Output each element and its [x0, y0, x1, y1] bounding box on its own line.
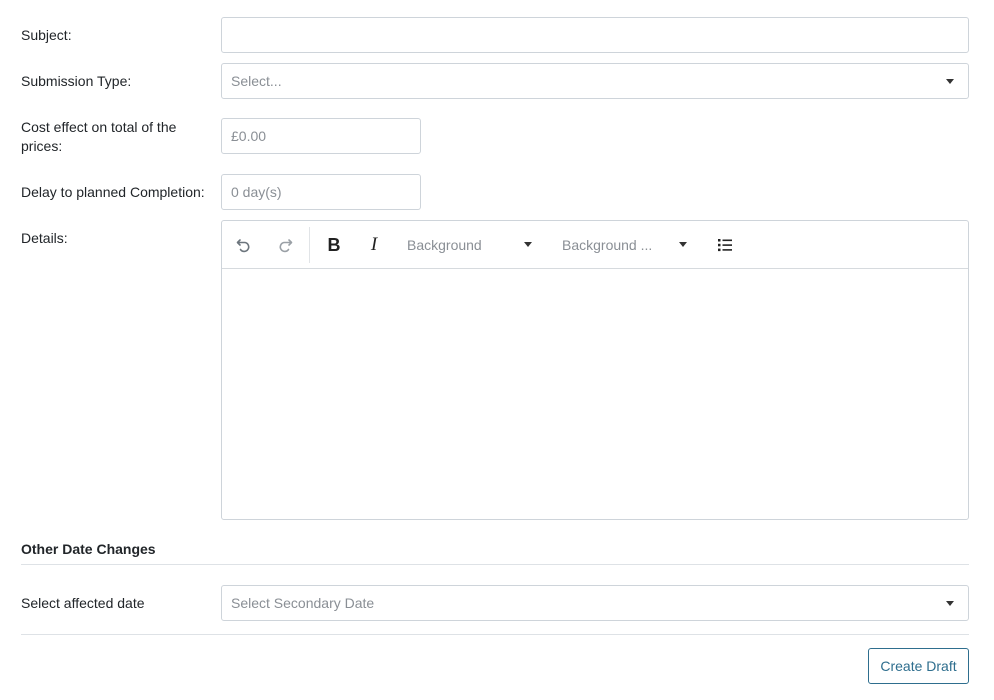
- delay-label: Delay to planned Completion:: [21, 184, 205, 200]
- submission-type-placeholder: Select...: [231, 73, 282, 89]
- background-dropdown-1[interactable]: Background: [407, 233, 482, 257]
- secondary-date-select[interactable]: Select Secondary Date: [221, 585, 969, 621]
- delay-placeholder: 0 day(s): [231, 184, 282, 200]
- redo-icon[interactable]: [275, 233, 295, 257]
- background-dropdown-1-label: Background: [407, 237, 482, 253]
- details-label: Details:: [21, 230, 68, 246]
- delay-input[interactable]: 0 day(s): [221, 174, 421, 210]
- italic-button[interactable]: I: [364, 233, 384, 257]
- details-editor: B I Background Background ...: [221, 220, 969, 520]
- chevron-down-icon: [679, 242, 687, 247]
- cost-effect-placeholder: £0.00: [231, 128, 267, 144]
- bold-button[interactable]: B: [324, 233, 344, 257]
- subject-label: Subject:: [21, 27, 72, 43]
- background-dropdown-2[interactable]: Background ...: [562, 233, 652, 257]
- chevron-down-icon: [524, 242, 532, 247]
- section-divider: [21, 564, 969, 565]
- editor-toolbar: B I Background Background ...: [222, 221, 968, 269]
- undo-icon[interactable]: [234, 233, 254, 257]
- toolbar-separator: [309, 227, 310, 263]
- cost-effect-label-line2: prices:: [21, 138, 63, 154]
- cost-effect-label: Cost effect on total of the prices:: [21, 118, 176, 156]
- footer-divider: [21, 634, 969, 635]
- select-affected-date-label: Select affected date: [21, 595, 145, 611]
- background-dropdown-2-label: Background ...: [562, 237, 653, 253]
- cost-effect-input[interactable]: £0.00: [221, 118, 421, 154]
- details-content-area[interactable]: [222, 269, 968, 519]
- other-date-changes-title: Other Date Changes: [21, 541, 156, 557]
- secondary-date-placeholder: Select Secondary Date: [231, 595, 375, 611]
- subject-input[interactable]: [221, 17, 969, 53]
- create-draft-button[interactable]: Create Draft: [868, 648, 969, 684]
- bulleted-list-icon[interactable]: [715, 233, 735, 257]
- cost-effect-label-line1: Cost effect on total of the: [21, 119, 177, 135]
- chevron-down-icon: [946, 79, 954, 84]
- chevron-down-icon: [946, 601, 954, 606]
- submission-type-select[interactable]: Select...: [221, 63, 969, 99]
- submission-type-label: Submission Type:: [21, 73, 132, 89]
